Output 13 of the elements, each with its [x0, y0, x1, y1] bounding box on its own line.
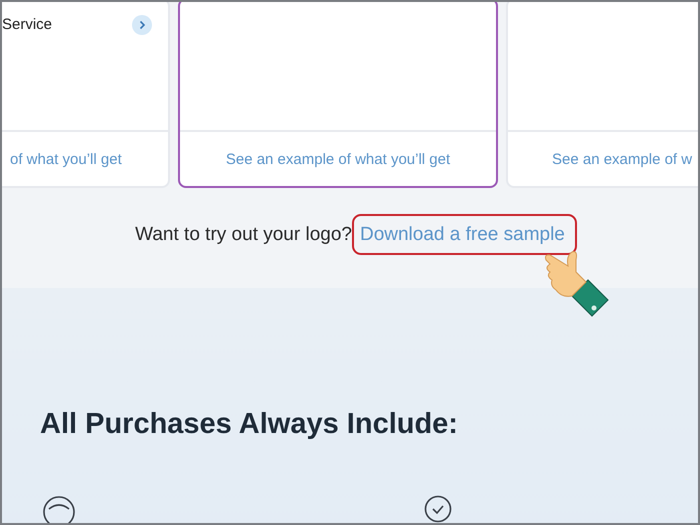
example-link[interactable]: of what you’ll get	[10, 150, 122, 168]
plan-card[interactable]: Service of what you’ll get	[2, 2, 170, 188]
download-sample-link[interactable]: Download a free sample	[360, 224, 565, 245]
plan-card[interactable]: See an example of w	[506, 2, 698, 188]
section-heading: All Purchases Always Include:	[40, 408, 459, 441]
example-link[interactable]: See an example of what you’ll get	[226, 150, 450, 168]
chevron-right-icon[interactable]	[132, 15, 152, 35]
example-link[interactable]: See an example of w	[552, 150, 692, 168]
gauge-icon	[42, 495, 76, 523]
card-title: Service	[2, 16, 52, 33]
check-icon	[424, 495, 452, 523]
plan-card[interactable]: See an example of what you’ll get	[178, 2, 498, 188]
sample-prompt: Want to try out your logo?	[135, 224, 352, 246]
